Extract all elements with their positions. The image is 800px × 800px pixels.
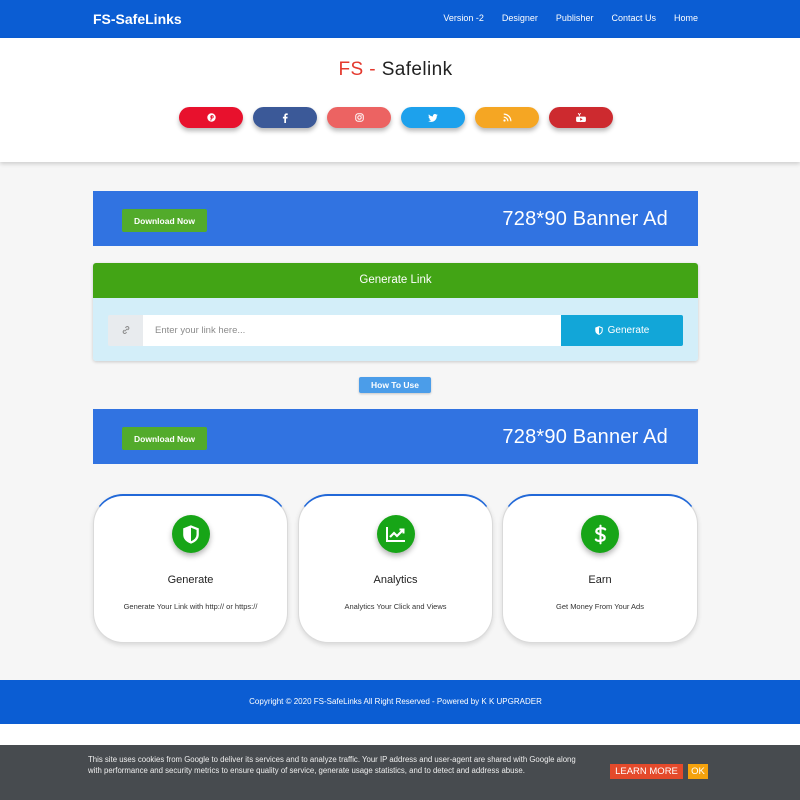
generate-link-title: Generate Link: [93, 263, 698, 298]
footer-spacer: [0, 724, 800, 745]
shield-icon: [171, 515, 210, 553]
learn-more-button[interactable]: LEARN MORE: [610, 764, 683, 779]
banner-ad-top[interactable]: Download Now 728*90 Banner Ad: [93, 191, 698, 246]
youtube-icon: [576, 113, 586, 122]
ok-button[interactable]: OK: [688, 764, 708, 779]
feature-title: Analytics: [373, 574, 418, 586]
site-header: FS - Safelink: [0, 38, 800, 162]
link-icon: [121, 322, 131, 340]
title-main: Safelink: [381, 59, 453, 80]
nav-link-version-2[interactable]: Version -2: [443, 13, 484, 24]
feature-title: Generate: [167, 574, 214, 586]
shield-icon: [594, 326, 603, 335]
nav-link-publisher[interactable]: Publisher: [556, 13, 594, 24]
link-addon: [108, 315, 143, 346]
generate-link-body: Generate: [93, 298, 698, 361]
generate-link-card: Generate Link Generate: [93, 263, 698, 361]
nav-link-home[interactable]: Home: [674, 13, 698, 24]
download-now-button-bottom[interactable]: Download Now: [122, 427, 207, 450]
chart-line-icon: [376, 515, 415, 553]
feature-card-earn: Earn Get Money From Your Ads: [502, 494, 698, 643]
brand-logo[interactable]: FS-SafeLinks: [93, 11, 182, 27]
how-to-use-button[interactable]: How To Use: [359, 377, 431, 393]
link-input[interactable]: [143, 315, 561, 346]
page-title: FS - Safelink: [93, 59, 698, 81]
facebook-icon: [282, 112, 288, 123]
feature-card-generate: Generate Generate Your Link with http://…: [93, 494, 288, 643]
feature-description: Get Money From Your Ads: [556, 602, 644, 611]
cookie-notice-text: This site uses cookies from Google to de…: [88, 755, 576, 775]
rss-button[interactable]: [475, 107, 539, 128]
nav-link-contact-us[interactable]: Contact Us: [611, 13, 656, 24]
twitter-icon: [428, 113, 438, 122]
facebook-button[interactable]: [253, 107, 317, 128]
generate-button[interactable]: Generate: [561, 315, 683, 346]
social-buttons: [179, 107, 613, 128]
dollar-icon: [581, 515, 619, 553]
feature-description: Analytics Your Click and Views: [344, 602, 447, 611]
cookie-consent-bar: This site uses cookies from Google to de…: [0, 745, 800, 800]
site-footer: Copyright © 2020 FS-SafeLinks All Right …: [0, 680, 800, 724]
instagram-button[interactable]: [327, 107, 391, 128]
feature-description: Generate Your Link with http:// or https…: [123, 602, 258, 611]
generate-button-label: Generate: [607, 325, 650, 336]
banner-ad-label-bottom: 728*90 Banner Ad: [502, 426, 668, 448]
instagram-icon: [354, 113, 364, 122]
nav-menu: Version -2 Designer Publisher Contact Us…: [443, 13, 698, 24]
pinterest-button[interactable]: [179, 107, 243, 128]
rss-icon: [502, 113, 512, 122]
banner-ad-bottom[interactable]: Download Now 728*90 Banner Ad: [93, 409, 698, 464]
top-navbar: FS-SafeLinks Version -2 Designer Publish…: [0, 0, 800, 38]
banner-ad-label-top: 728*90 Banner Ad: [502, 208, 668, 230]
feature-card-analytics: Analytics Analytics Your Click and Views: [298, 494, 493, 643]
feature-title: Earn: [588, 574, 612, 586]
nav-link-designer[interactable]: Designer: [502, 13, 538, 24]
download-now-button-top[interactable]: Download Now: [122, 209, 207, 232]
youtube-button[interactable]: [549, 107, 613, 128]
twitter-button[interactable]: [401, 107, 465, 128]
link-input-group: Generate: [108, 315, 683, 346]
pinterest-icon: [206, 113, 216, 122]
title-prefix: FS -: [338, 59, 376, 80]
copyright-text: Copyright © 2020 FS-SafeLinks All Right …: [249, 697, 542, 706]
